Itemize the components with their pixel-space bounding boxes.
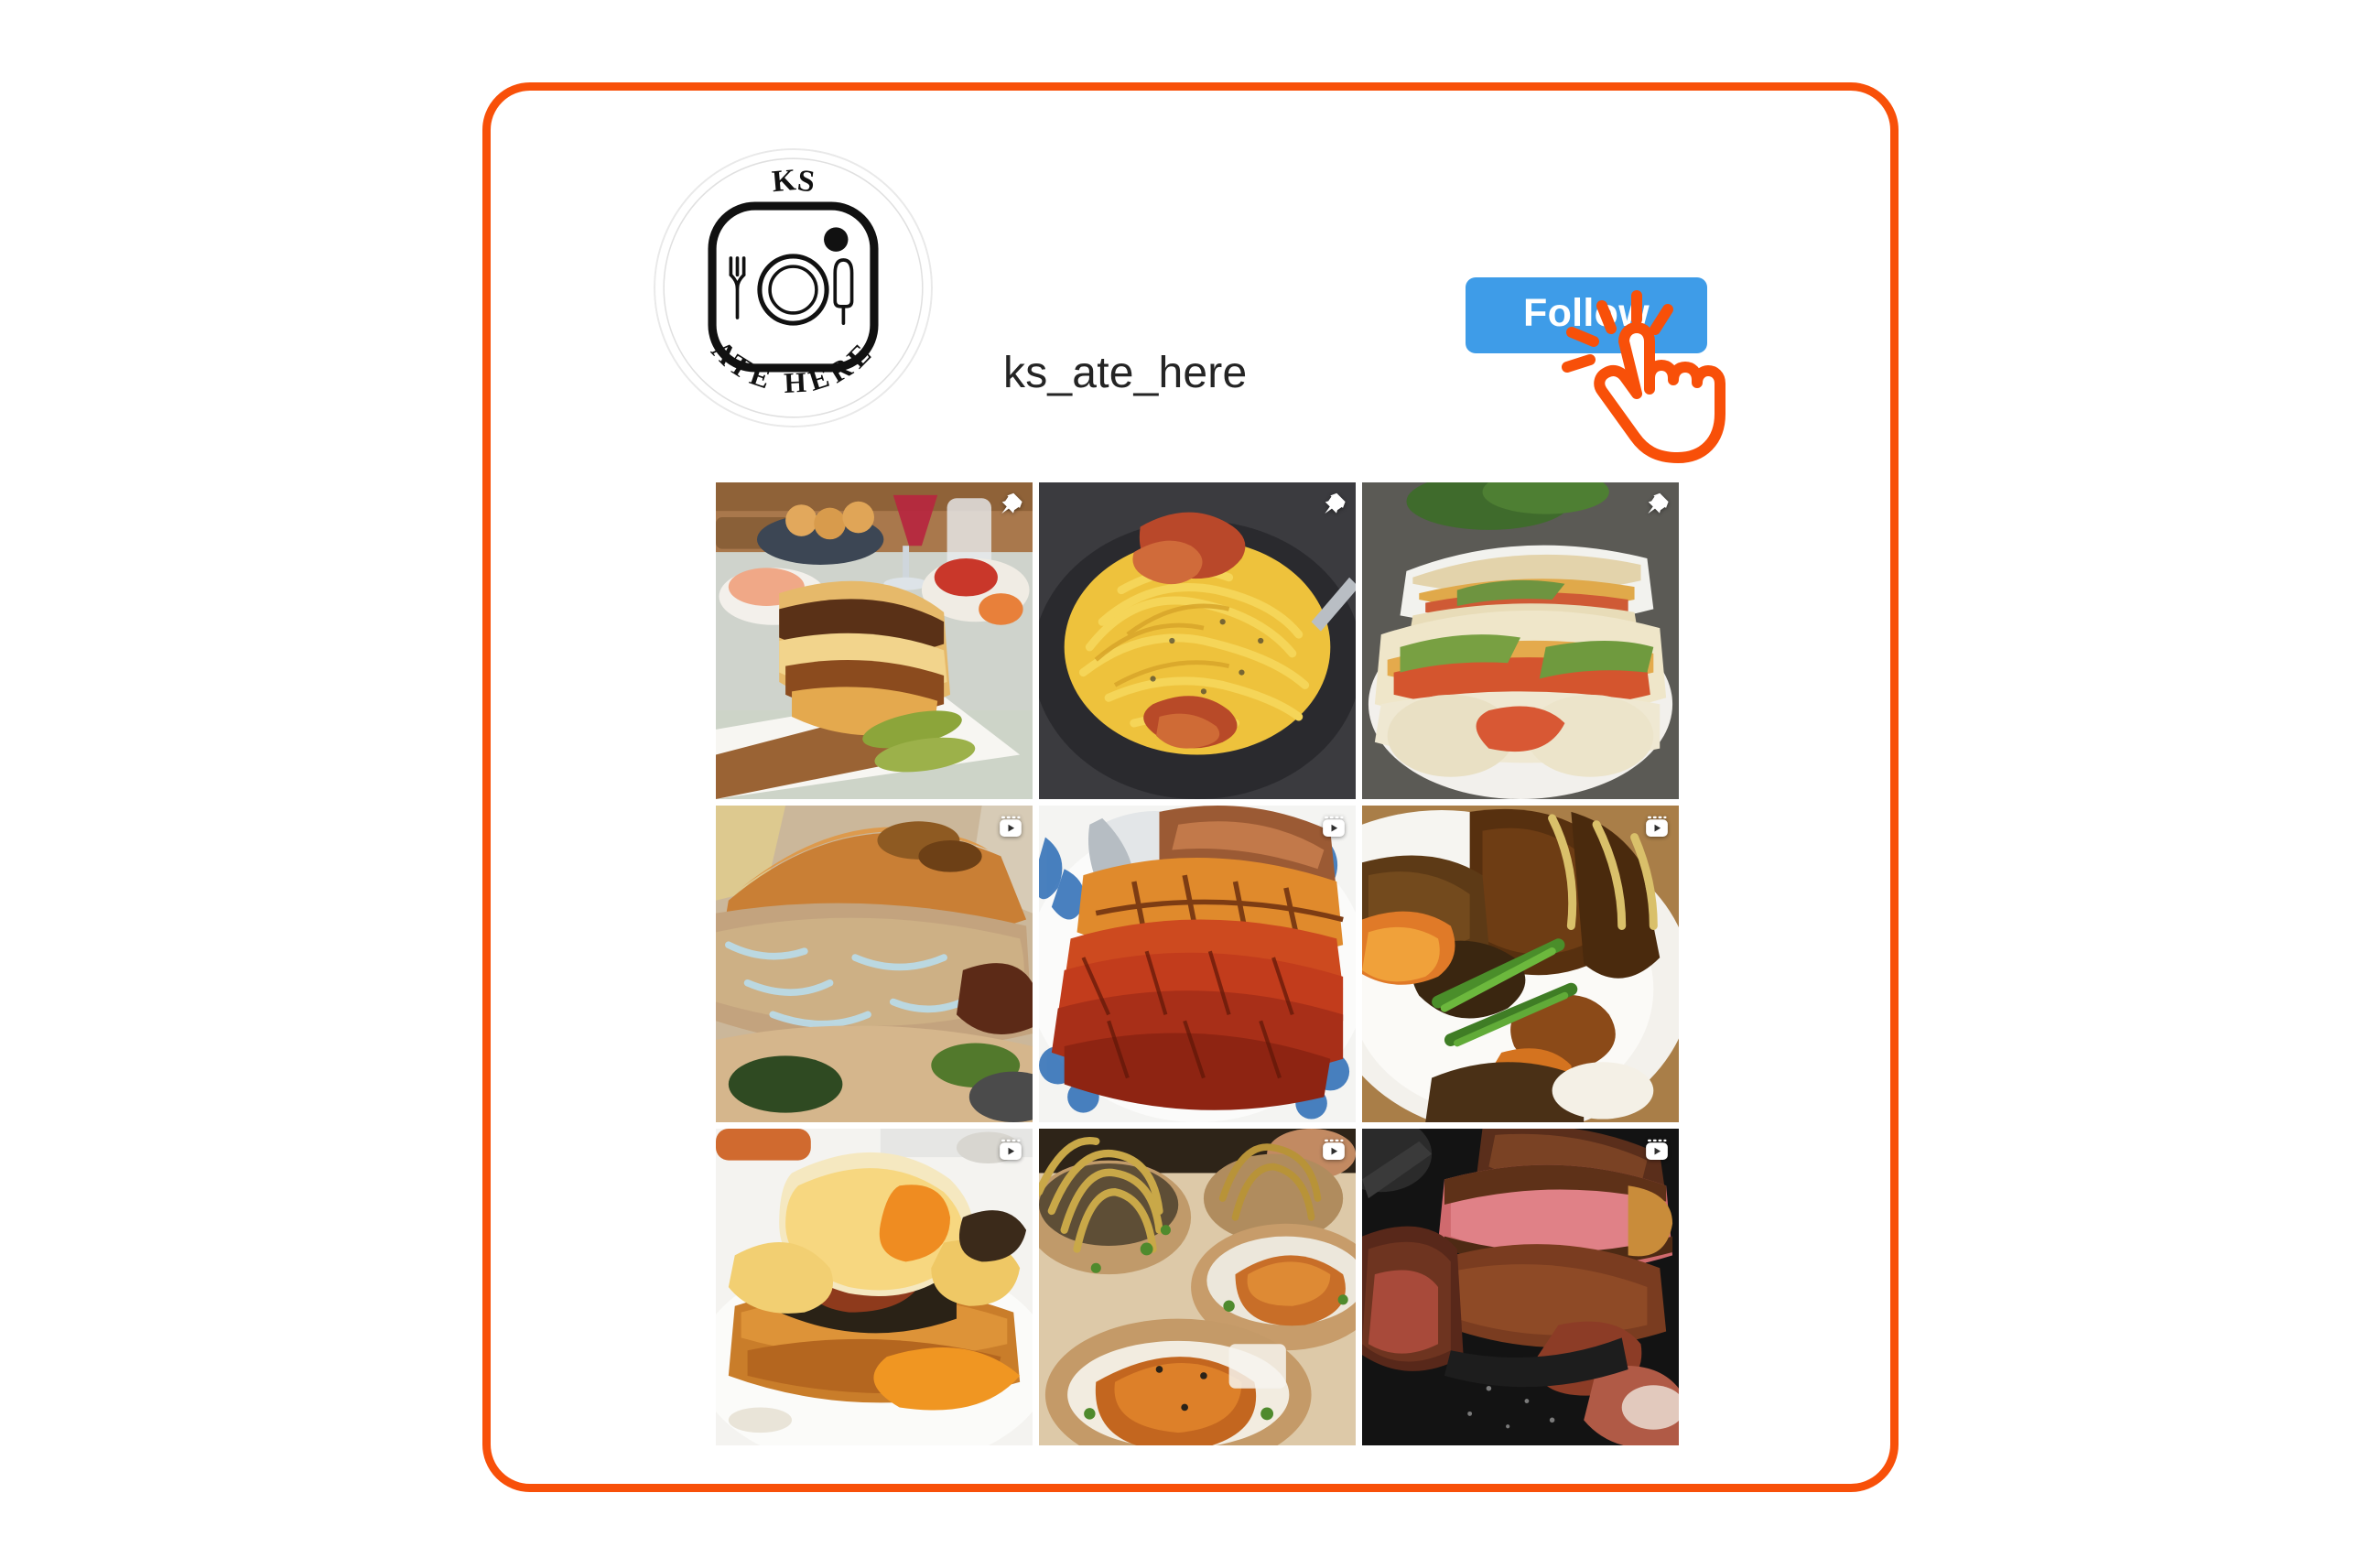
grid-post-8[interactable] <box>1039 1129 1356 1445</box>
grid-post-9[interactable] <box>1362 1129 1679 1445</box>
post-thumbnail-9 <box>1362 1129 1679 1445</box>
svg-text:KS: KS <box>771 163 817 199</box>
follow-button[interactable]: Follow <box>1466 277 1707 353</box>
screenshot-canvas: KS ATE HERE ks_ate_here Follow <box>0 0 2380 1547</box>
grid-post-5[interactable] <box>1039 806 1356 1122</box>
post-thumbnail-1 <box>716 482 1033 799</box>
grid-post-3[interactable] <box>1362 482 1679 799</box>
post-thumbnail-6 <box>1362 806 1679 1122</box>
post-thumbnail-2 <box>1039 482 1356 799</box>
post-thumbnail-4 <box>716 806 1033 1122</box>
grid-post-1[interactable] <box>716 482 1033 799</box>
profile-username: ks_ate_here <box>1003 349 1248 397</box>
post-thumbnail-5 <box>1039 806 1356 1122</box>
grid-post-4[interactable] <box>716 806 1033 1122</box>
grid-post-7[interactable] <box>716 1129 1033 1445</box>
post-thumbnail-8 <box>1039 1129 1356 1445</box>
avatar[interactable]: KS ATE HERE <box>654 148 933 427</box>
grid-post-2[interactable] <box>1039 482 1356 799</box>
instagram-profile-card: KS ATE HERE ks_ate_here Follow <box>482 82 1899 1492</box>
grid-post-6[interactable] <box>1362 806 1679 1122</box>
photo-grid <box>716 482 1679 1445</box>
profile-header: KS ATE HERE ks_ate_here Follow <box>491 91 1890 463</box>
post-thumbnail-3 <box>1362 482 1679 799</box>
post-thumbnail-7 <box>716 1129 1033 1445</box>
